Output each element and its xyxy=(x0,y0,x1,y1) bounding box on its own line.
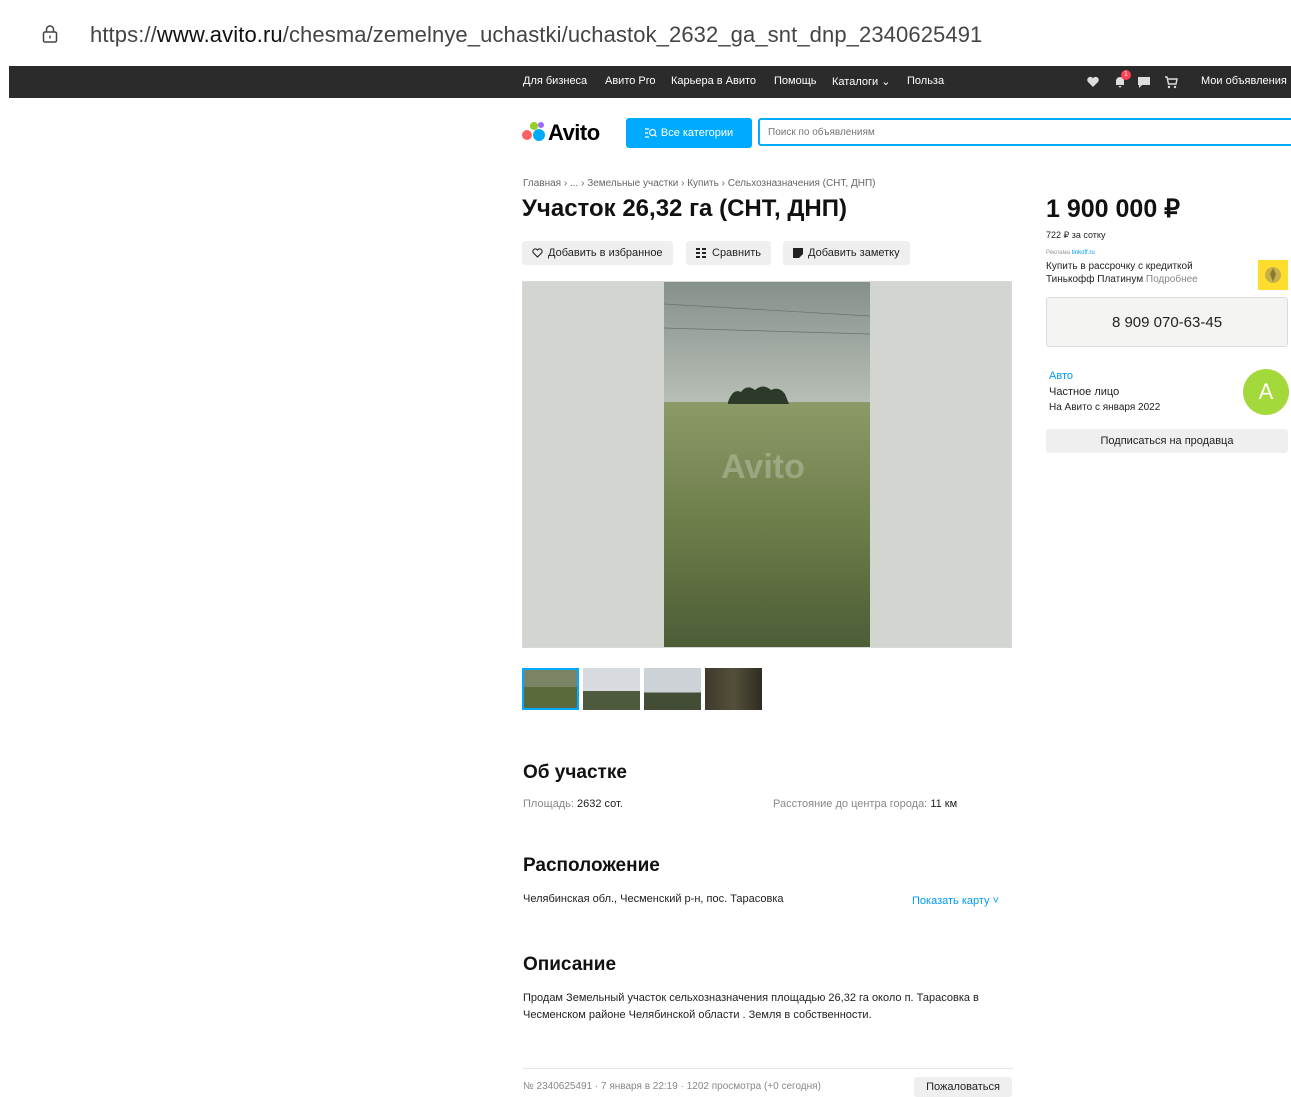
page-title: Участок 26,32 га (СНТ, ДНП) xyxy=(522,195,847,222)
breadcrumb-ellipsis[interactable]: ... xyxy=(570,178,578,189)
top-navigation: Для бизнеса Авито Pro Карьера в Авито По… xyxy=(9,66,1291,98)
breadcrumb-agricultural[interactable]: Сельхозназначения (СНТ, ДНП) xyxy=(728,178,876,189)
show-map-link[interactable]: Показать карту ˅ xyxy=(912,895,999,907)
nav-benefit[interactable]: Польза xyxy=(907,75,944,87)
heart-icon xyxy=(532,248,543,258)
breadcrumb: Главная › ... › Земельные участки › Купи… xyxy=(523,178,876,189)
breadcrumb-buy[interactable]: Купить xyxy=(687,178,719,189)
thumbnail-4[interactable] xyxy=(705,668,762,710)
area-param: Площадь: 2632 сот. xyxy=(523,798,623,810)
breadcrumb-land[interactable]: Земельные участки xyxy=(587,178,678,189)
breadcrumb-home[interactable]: Главная xyxy=(523,178,561,189)
nav-avito-pro[interactable]: Авито Pro xyxy=(605,75,656,87)
ad-text-line1[interactable]: Купить в рассрочку с кредиткой xyxy=(1046,261,1193,272)
lock-icon xyxy=(42,25,58,43)
nav-help[interactable]: Помощь xyxy=(774,75,817,87)
listing-meta: № 2340625491 · 7 января в 22:19 · 1202 п… xyxy=(523,1081,821,1092)
chat-icon[interactable] xyxy=(1137,75,1151,89)
divider xyxy=(523,1068,1013,1069)
seller-since: На Авито с января 2022 xyxy=(1049,402,1161,413)
avatar[interactable]: A xyxy=(1243,369,1289,415)
heart-icon[interactable] xyxy=(1086,75,1100,89)
nav-catalogs[interactable]: Каталоги ⌄ xyxy=(832,75,890,88)
bank-emblem-icon xyxy=(1265,267,1281,283)
seller-type: Частное лицо xyxy=(1049,386,1120,398)
note-icon xyxy=(793,248,803,258)
thumbnail-2[interactable] xyxy=(583,668,640,710)
compare-button[interactable]: Сравнить xyxy=(686,241,772,265)
ad-label: Реклама tinkoff.ru xyxy=(1046,250,1095,256)
seller-name[interactable]: Авто xyxy=(1049,370,1073,382)
add-to-favorites-button[interactable]: Добавить в избранное xyxy=(522,241,673,265)
location-heading: Расположение xyxy=(523,855,660,876)
thumbnail-1[interactable] xyxy=(522,668,579,710)
address: Челябинская обл., Чесменский р-н, пос. Т… xyxy=(523,893,784,905)
show-phone-button[interactable]: 8 909 070-63-45 xyxy=(1046,297,1288,347)
add-note-button[interactable]: Добавить заметку xyxy=(783,241,910,265)
thumbnail-3[interactable] xyxy=(644,668,701,710)
about-heading: Об участке xyxy=(523,762,627,783)
price: 1 900 000 ₽ xyxy=(1046,195,1181,223)
photo-field-image: Avito xyxy=(523,282,1011,647)
description-heading: Описание xyxy=(523,954,617,975)
ad-image[interactable] xyxy=(1258,260,1288,290)
listing-photo[interactable]: Avito xyxy=(522,281,1012,648)
subscribe-seller-button[interactable]: Подписаться на продавца xyxy=(1046,429,1288,453)
avito-logo-icon xyxy=(522,122,546,144)
photo-watermark: Avito xyxy=(721,448,805,486)
categories-search-icon xyxy=(644,127,657,138)
ad-text-line2[interactable]: Тинькофф Платинум Подробнее xyxy=(1046,274,1198,285)
search-input[interactable] xyxy=(758,118,1291,146)
complain-button[interactable]: Пожаловаться xyxy=(914,1077,1012,1097)
nav-career[interactable]: Карьера в Авито xyxy=(671,75,756,87)
nav-for-business[interactable]: Для бизнеса xyxy=(523,75,587,87)
compare-icon xyxy=(696,248,706,258)
price-per-unit: 722 ₽ за сотку xyxy=(1046,230,1106,240)
notification-badge: 1 xyxy=(1121,70,1131,80)
description-text: Продам Земельный участок сельхозназначен… xyxy=(523,992,979,1021)
cart-icon[interactable] xyxy=(1164,75,1178,89)
browser-address-bar[interactable]: https://www.avito.ru/chesma/zemelnye_uch… xyxy=(0,0,1291,66)
avito-logo[interactable]: Avito xyxy=(522,120,600,146)
distance-param: Расстояние до центра города: 11 км xyxy=(773,798,958,810)
all-categories-button[interactable]: Все категории xyxy=(626,118,752,148)
url-text[interactable]: https://www.avito.ru/chesma/zemelnye_uch… xyxy=(90,22,982,48)
nav-my-ads[interactable]: Мои объявления xyxy=(1201,75,1287,87)
